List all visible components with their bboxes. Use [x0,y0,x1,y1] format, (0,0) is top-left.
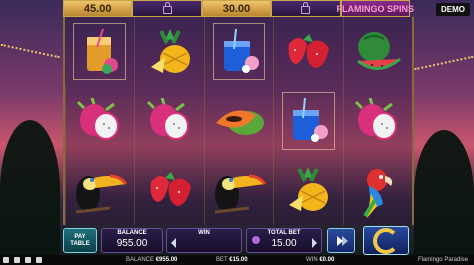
cocktail-blue-icon [223,28,259,73]
paytable-label-line-2: TABLE [70,240,90,247]
strawberry-icon [150,172,191,207]
reel-cell [65,155,134,225]
status-bet: BET €15.00 [216,257,248,263]
spin-icon [373,227,399,254]
top-jackpot-bar: 45.00 30.00 FLAMINGO SPINS [63,0,414,17]
reel-cell [342,155,412,225]
win-panel: WIN [166,228,242,253]
reel-grid [63,17,414,225]
cocktail-blue-icon [293,97,329,142]
reel-cell [203,17,273,87]
status-bar: BALANCE €955.00 BET €15.00 WIN €0.00 Fla… [0,255,474,265]
status-win: WIN €0.00 [306,257,334,263]
status-balance-label: BALANCE [126,257,155,263]
watermelon-icon [356,31,401,70]
reel-cell [342,86,412,156]
balance-panel: BALANCE 955.00 [101,228,163,253]
papaya-icon [215,110,264,135]
bet-increase-icon[interactable] [312,238,317,248]
parrot-icon [363,169,392,219]
reel-cell [273,86,342,156]
lock-icon [162,2,172,14]
flamingo-spins-banner: FLAMINGO SPINS [337,0,414,17]
balance-label: BALANCE [117,230,147,236]
strawberry-icon [288,33,330,68]
total-bet-panel: TOTAL BET 15.00 [246,228,322,253]
paytable-button[interactable]: PAY TABLE [63,228,97,253]
top-lock-1 [132,0,202,17]
settings-icon[interactable] [36,257,42,263]
status-bet-value: €15.00 [229,257,248,263]
reel-cell [134,86,203,156]
info-icon[interactable] [25,257,31,263]
reel-cell [203,155,273,225]
win-label: WIN [198,230,210,236]
top-value-3: 30.00 [201,0,272,17]
toucan-icon [214,174,267,214]
cocktail-orange-icon [86,28,118,74]
status-win-value: €0.00 [319,257,335,263]
autoplay-icon [337,235,348,246]
demo-badge: DEMO [436,3,470,16]
autoplay-button[interactable] [327,228,355,253]
dragonfruit-icon [354,97,397,140]
spin-button[interactable] [363,226,409,255]
pineapple-icon [150,28,190,73]
paytable-label-line-1: PAY [74,233,86,240]
dragonfruit-icon [77,97,120,140]
balance-value: 955.00 [116,238,148,249]
reel-cell [273,155,342,225]
total-bet-label: TOTAL BET [267,230,301,236]
control-bar: PAY TABLE BALANCE 955.00 WIN TOTAL BET 1… [0,225,474,255]
status-balance: BALANCE €955.00 [126,257,177,263]
reel-cell [134,155,203,225]
total-bet-value: 15.00 [271,238,297,249]
reel-cell [134,17,203,87]
toucan-icon [76,174,128,214]
status-win-label: WIN [306,257,318,263]
reel-cell [65,86,134,156]
status-bet-label: BET [216,257,228,263]
menu-icon[interactable] [3,257,9,263]
lock-icon [301,2,311,14]
top-lock-2 [271,0,341,17]
top-value-1: 45.00 [63,0,133,17]
pineapple-icon [289,167,329,212]
reel-cell [342,17,412,87]
status-balance-value: €955.00 [155,257,178,263]
string-lights-left [0,43,60,61]
bet-decrease-icon[interactable] [171,238,176,248]
reel-cell [65,17,134,86]
dragonfruit-icon [146,97,189,140]
sound-icon[interactable] [14,257,20,263]
string-lights-right [414,55,474,73]
game-title: Flamingo Paradise [417,257,468,263]
reel-cell [203,86,273,156]
reel-cell [273,17,342,87]
